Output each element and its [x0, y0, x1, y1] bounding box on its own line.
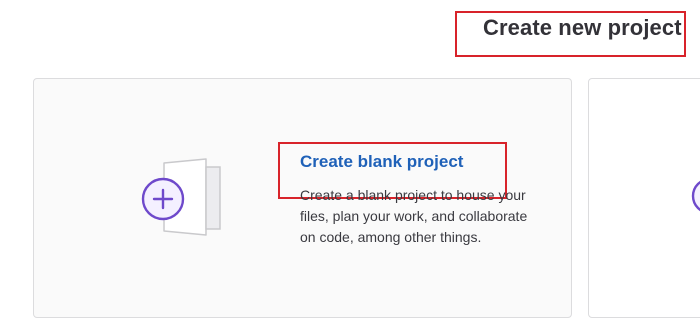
create-blank-project-link[interactable]: Create blank project	[300, 152, 463, 172]
create-project-page: Create new project Create blank project …	[0, 0, 700, 324]
page-title: Create new project	[483, 15, 682, 40]
next-project-card[interactable]	[588, 78, 700, 318]
next-card-icon	[691, 180, 700, 212]
blank-project-illustration	[141, 158, 221, 236]
create-blank-project-description: Create a blank project to house your fil…	[300, 187, 528, 245]
